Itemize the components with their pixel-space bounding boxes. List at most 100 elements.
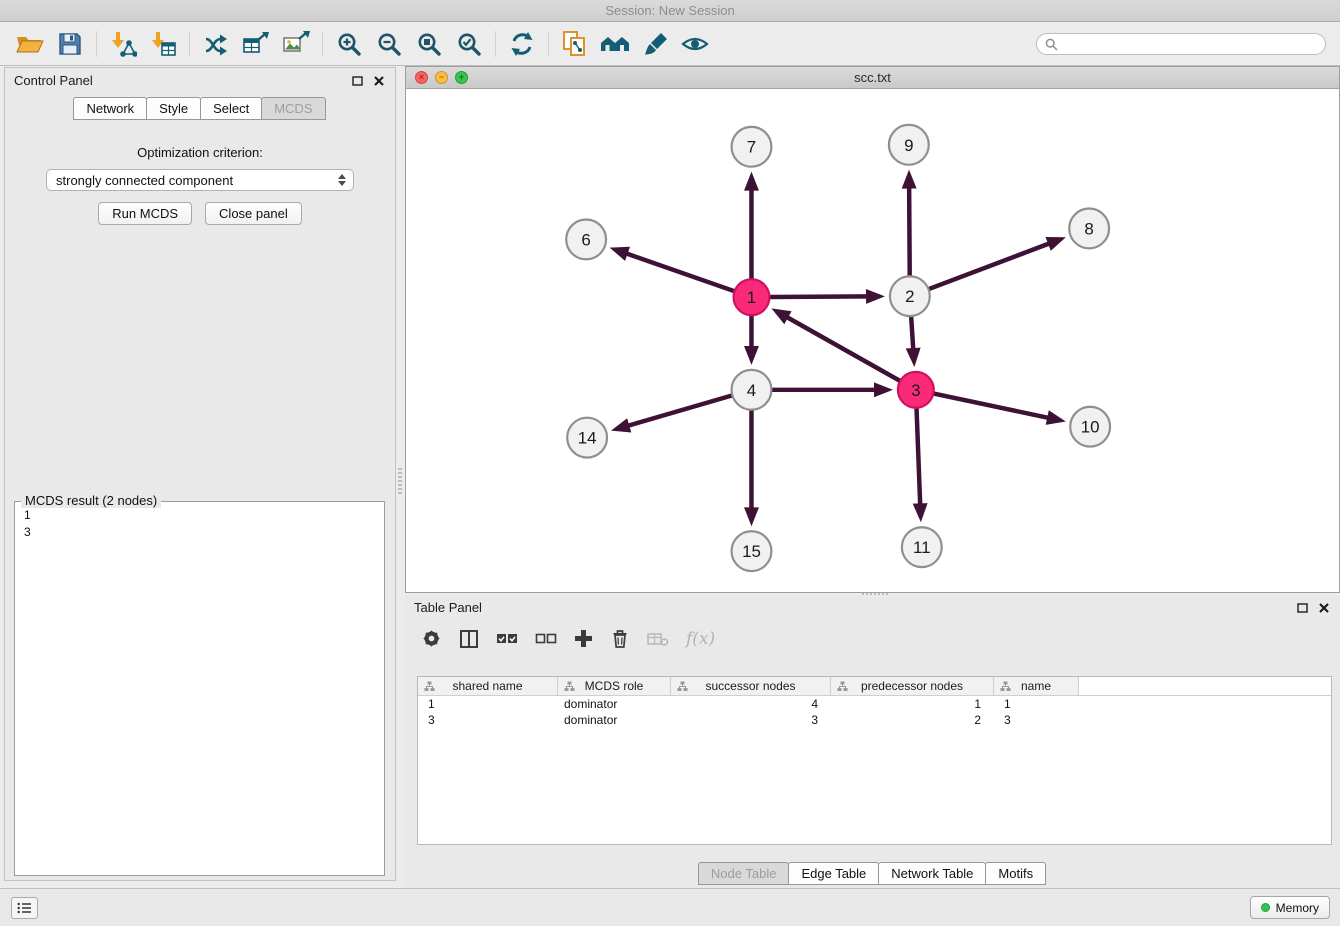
graph-node-11[interactable]: 11 [902,527,942,567]
open-folder-icon [15,31,45,57]
import-table-button[interactable] [143,26,183,62]
select-all-button[interactable] [496,632,518,645]
list-icon [17,902,32,914]
tab-style[interactable]: Style [146,97,201,120]
cell-name[interactable]: 1 [994,696,1079,712]
tab-edge-table[interactable]: Edge Table [788,862,879,885]
graph-node-4[interactable]: 4 [732,370,772,410]
clone-network-button[interactable] [555,26,595,62]
network-canvas[interactable]: 7 9 6 8 1 2 4 3 14 10 15 11 [406,89,1339,592]
graph-node-3[interactable]: 3 [898,372,934,408]
graph-node-9[interactable]: 9 [889,125,929,165]
cell-predecessor-nodes[interactable]: 1 [831,696,994,712]
float-panel-icon[interactable] [1295,601,1309,615]
graph-edge-2-3[interactable] [911,317,913,352]
cell-shared-name[interactable]: 1 [418,696,558,712]
graph-edge-3-10[interactable] [934,394,1051,419]
window-minimize-icon[interactable]: − [435,71,448,84]
zoom-fit-button[interactable] [409,26,449,62]
zoom-in-button[interactable] [329,26,369,62]
search-input[interactable] [1063,37,1317,51]
table-settings-button[interactable] [421,628,442,649]
tab-network[interactable]: Network [73,97,147,120]
graph-node-1[interactable]: 1 [734,279,770,315]
select-stepper-icon [338,174,346,186]
open-file-button[interactable] [10,26,50,62]
tab-motifs[interactable]: Motifs [985,862,1046,885]
export-image-button[interactable] [276,26,316,62]
show-columns-button[interactable] [459,629,479,649]
add-row-button[interactable] [574,629,593,648]
column-type-icon [424,681,435,692]
network-graph[interactable]: 7 9 6 8 1 2 4 3 14 10 15 11 [406,89,1339,592]
save-session-button[interactable] [50,26,90,62]
unselect-all-button[interactable] [535,632,557,645]
style-button[interactable] [635,26,675,62]
cell-shared-name[interactable]: 3 [418,712,558,728]
graph-edge-1-2[interactable] [770,296,870,297]
column-header-mcds-role[interactable]: MCDS role [558,677,671,695]
graph-edge-arrow [744,172,759,191]
table-panel: Table Panel [405,595,1340,888]
graph-edge-4-14[interactable] [625,396,731,427]
cell-mcds-role[interactable]: dominator [558,712,671,728]
export-table-button[interactable] [236,26,276,62]
close-panel-icon[interactable] [1317,601,1331,615]
graph-node-10[interactable]: 10 [1070,407,1110,447]
graph-node-6[interactable]: 6 [566,219,606,259]
function-builder-button[interactable]: f(x) [686,629,715,649]
run-mcds-button[interactable]: Run MCDS [98,202,192,225]
graph-node-14[interactable]: 14 [567,418,607,458]
task-history-button[interactable] [11,897,38,919]
cell-predecessor-nodes[interactable]: 2 [831,712,994,728]
delete-table-button[interactable] [647,631,669,647]
zoom-selected-button[interactable] [449,26,489,62]
close-panel-icon[interactable] [372,74,386,88]
graph-node-7[interactable]: 7 [732,127,772,167]
tab-node-table[interactable]: Node Table [698,862,790,885]
window-titlebar: Session: New Session [0,0,1340,22]
checked-boxes-icon [496,632,518,645]
table-row[interactable]: 3 dominator 3 2 3 [418,712,1331,728]
column-header-shared-name[interactable]: shared name [418,677,558,695]
control-panel-tabs: Network Style Select MCDS [5,97,395,120]
tab-mcds[interactable]: MCDS [261,97,325,120]
vertical-splitter-handle[interactable] [398,468,402,494]
tab-network-table[interactable]: Network Table [878,862,986,885]
table-row[interactable]: 1 dominator 4 1 1 [418,696,1331,712]
cell-name[interactable]: 3 [994,712,1079,728]
window-zoom-icon[interactable]: + [455,71,468,84]
gear-icon [421,628,442,649]
graph-edge-3-11[interactable] [917,409,921,508]
memory-button[interactable]: Memory [1250,896,1330,919]
graph-edge-1-6[interactable] [624,253,734,291]
home-button[interactable] [595,26,635,62]
clone-network-icon [561,30,589,58]
close-panel-button[interactable]: Close panel [205,202,302,225]
float-panel-icon[interactable] [350,74,364,88]
graph-edge-2-8[interactable] [929,243,1051,289]
show-graphics-button[interactable] [675,26,715,62]
criterion-select[interactable]: strongly connected component [46,169,354,191]
delete-row-button[interactable] [610,628,630,649]
tab-select[interactable]: Select [200,97,262,120]
graph-node-8[interactable]: 8 [1069,209,1109,249]
graph-node-15[interactable]: 15 [732,531,772,571]
window-close-icon[interactable]: × [415,71,428,84]
cell-mcds-role[interactable]: dominator [558,696,671,712]
search-box[interactable] [1036,33,1326,55]
cell-successor-nodes[interactable]: 3 [671,712,831,728]
svg-text:15: 15 [742,542,761,561]
zoom-out-button[interactable] [369,26,409,62]
column-header-successor-nodes[interactable]: successor nodes [671,677,831,695]
cell-successor-nodes[interactable]: 4 [671,696,831,712]
graph-edge-3-1[interactable] [784,316,899,381]
graph-node-2[interactable]: 2 [890,276,930,316]
column-header-name[interactable]: name [994,677,1079,695]
export-network-button[interactable] [196,26,236,62]
import-network-button[interactable] [103,26,143,62]
graph-edge-2-9[interactable] [909,185,910,276]
column-header-predecessor-nodes[interactable]: predecessor nodes [831,677,994,695]
refresh-button[interactable] [502,26,542,62]
unchecked-boxes-icon [535,632,557,645]
